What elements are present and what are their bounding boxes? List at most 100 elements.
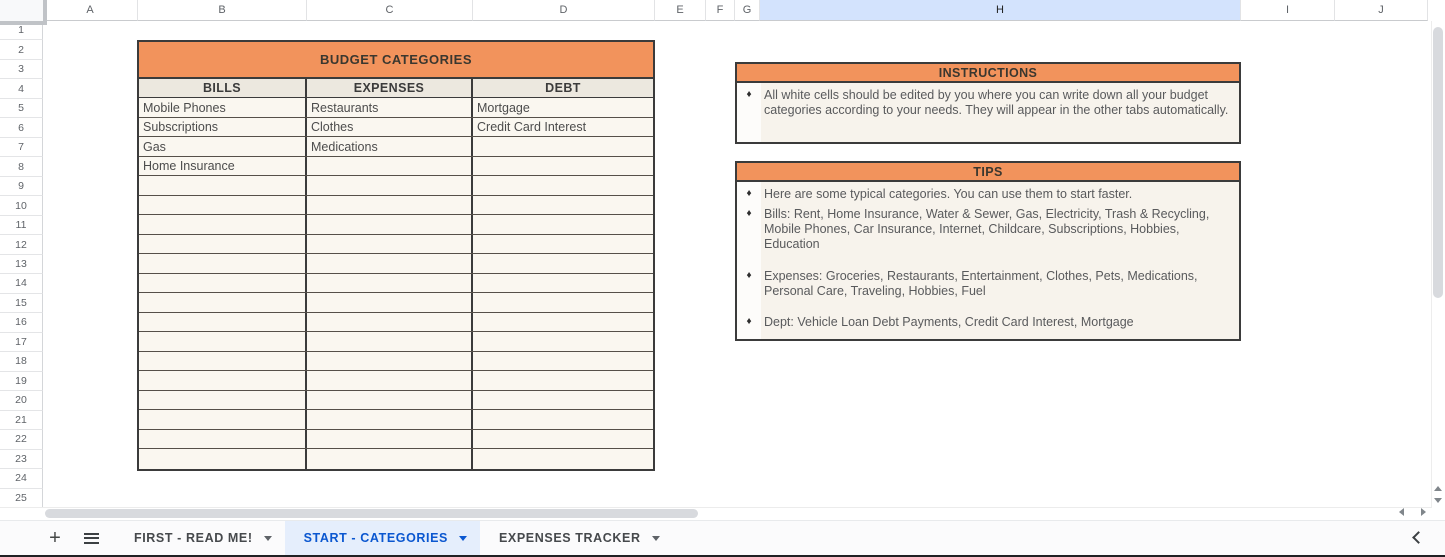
column-header-i[interactable]: I [1241, 0, 1335, 21]
row-header-25[interactable]: 25 [0, 489, 43, 508]
chevron-left-icon[interactable] [1412, 531, 1425, 544]
table-cell[interactable] [473, 254, 653, 273]
table-cell[interactable] [307, 352, 473, 371]
row-header-10[interactable]: 10 [0, 196, 43, 215]
table-cell[interactable] [307, 313, 473, 332]
table-cell[interactable] [139, 293, 307, 312]
horizontal-scrollbar-thumb[interactable] [45, 509, 698, 518]
table-cell[interactable] [307, 391, 473, 410]
scroll-up-icon[interactable] [1434, 486, 1442, 491]
budget-table-title[interactable]: BUDGET CATEGORIES [139, 42, 653, 79]
table-cell[interactable] [139, 332, 307, 351]
row-header-16[interactable]: 16 [0, 313, 43, 332]
row-header-11[interactable]: 11 [0, 216, 43, 235]
table-cell[interactable] [307, 254, 473, 273]
table-cell[interactable]: Medications [307, 137, 473, 156]
table-cell[interactable] [139, 449, 307, 469]
table-cell[interactable] [307, 215, 473, 234]
table-cell[interactable] [307, 371, 473, 390]
row-header-2[interactable]: 2 [0, 40, 43, 59]
row-header-23[interactable]: 23 [0, 450, 43, 469]
row-header-8[interactable]: 8 [0, 157, 43, 176]
table-cell[interactable] [139, 352, 307, 371]
table-cell[interactable] [307, 176, 473, 195]
table-cell[interactable]: Gas [139, 137, 307, 156]
row-header-19[interactable]: 19 [0, 372, 43, 391]
tab-expenses-tracker[interactable]: EXPENSES TRACKER [480, 521, 673, 555]
table-cell[interactable]: Mobile Phones [139, 98, 307, 117]
chevron-down-icon[interactable] [264, 536, 272, 541]
table-cell[interactable] [473, 313, 653, 332]
column-header-j[interactable]: J [1335, 0, 1428, 21]
row-header-17[interactable]: 17 [0, 333, 43, 352]
row-header-6[interactable]: 6 [0, 118, 43, 137]
row-header-13[interactable]: 13 [0, 255, 43, 274]
row-header-20[interactable]: 20 [0, 391, 43, 410]
row-header-4[interactable]: 4 [0, 79, 43, 98]
table-cell[interactable]: Subscriptions [139, 118, 307, 137]
table-cell[interactable] [139, 371, 307, 390]
table-cell[interactable]: Clothes [307, 118, 473, 137]
row-header-7[interactable]: 7 [0, 138, 43, 157]
table-cell[interactable] [473, 196, 653, 215]
table-cell[interactable] [307, 449, 473, 469]
table-cell[interactable]: Restaurants [307, 98, 473, 117]
table-cell[interactable] [307, 410, 473, 429]
row-header-14[interactable]: 14 [0, 274, 43, 293]
column-header-e[interactable]: E [655, 0, 706, 21]
table-cell[interactable]: Home Insurance [139, 157, 307, 176]
table-cell[interactable] [307, 157, 473, 176]
table-cell[interactable] [307, 293, 473, 312]
table-cell[interactable] [139, 391, 307, 410]
all-sheets-menu-icon[interactable] [84, 533, 99, 544]
row-header-24[interactable]: 24 [0, 469, 43, 488]
table-cell[interactable] [307, 196, 473, 215]
table-cell[interactable] [473, 137, 653, 156]
table-cell[interactable] [473, 410, 653, 429]
table-cell[interactable] [473, 449, 653, 469]
table-cell[interactable] [307, 332, 473, 351]
table-cell[interactable] [473, 176, 653, 195]
table-cell[interactable] [473, 235, 653, 254]
table-cell[interactable] [473, 332, 653, 351]
vertical-scrollbar-thumb[interactable] [1433, 27, 1443, 298]
column-header-b[interactable]: B [138, 0, 307, 21]
add-sheet-button[interactable]: + [43, 527, 67, 550]
budget-column-header-debt[interactable]: DEBT [473, 79, 653, 97]
select-all-corner[interactable] [0, 0, 47, 25]
table-cell[interactable] [139, 176, 307, 195]
table-cell[interactable] [139, 215, 307, 234]
row-header-15[interactable]: 15 [0, 294, 43, 313]
column-header-c[interactable]: C [307, 0, 473, 21]
column-header-d[interactable]: D [473, 0, 655, 21]
table-cell[interactable] [307, 235, 473, 254]
table-cell[interactable] [139, 410, 307, 429]
row-header-9[interactable]: 9 [0, 177, 43, 196]
tab-start-categories[interactable]: START - CATEGORIES [285, 521, 480, 555]
column-header-a[interactable]: A [43, 0, 138, 21]
table-cell[interactable] [473, 371, 653, 390]
table-cell[interactable]: Mortgage [473, 98, 653, 117]
table-cell[interactable] [139, 274, 307, 293]
chevron-down-icon[interactable] [459, 536, 467, 541]
table-cell[interactable]: Credit Card Interest [473, 118, 653, 137]
table-cell[interactable] [473, 352, 653, 371]
table-cell[interactable] [307, 274, 473, 293]
budget-column-header-bills[interactable]: BILLS [139, 79, 307, 97]
table-cell[interactable] [139, 313, 307, 332]
column-header-h[interactable]: H [760, 0, 1241, 21]
table-cell[interactable] [307, 430, 473, 449]
chevron-down-icon[interactable] [652, 536, 660, 541]
budget-column-header-expenses[interactable]: EXPENSES [307, 79, 473, 97]
scroll-down-icon[interactable] [1434, 498, 1442, 503]
table-cell[interactable] [473, 430, 653, 449]
tab-first-read-me[interactable]: FIRST - READ ME! [115, 521, 285, 555]
table-cell[interactable] [473, 391, 653, 410]
table-cell[interactable] [473, 157, 653, 176]
row-header-21[interactable]: 21 [0, 411, 43, 430]
column-header-f[interactable]: F [706, 0, 735, 21]
table-cell[interactable] [473, 215, 653, 234]
tips-body[interactable]: ♦Here are some typical categories. You c… [737, 182, 1239, 339]
row-header-5[interactable]: 5 [0, 99, 43, 118]
table-cell[interactable] [139, 430, 307, 449]
